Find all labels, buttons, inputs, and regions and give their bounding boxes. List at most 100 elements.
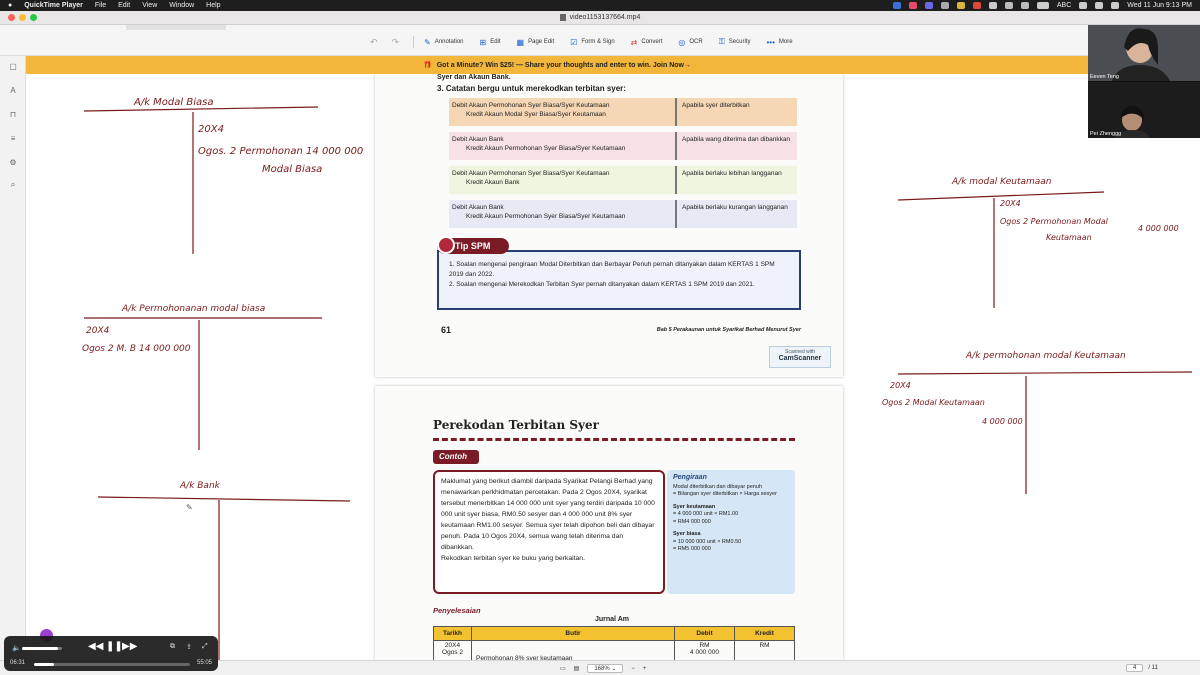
col-header: Kredit [734, 626, 795, 641]
participant-video[interactable]: Eeven Teng [1088, 25, 1200, 81]
tip-badge-icon [437, 236, 455, 254]
ellipsis-icon: ••• [766, 37, 775, 47]
apple-icon[interactable]: ● [8, 2, 12, 9]
page-number-input[interactable]: 4 [1126, 664, 1144, 672]
close-window-button[interactable] [8, 14, 15, 21]
rewind-button[interactable]: ◀◀ [88, 641, 103, 652]
volume-slider[interactable] [22, 647, 62, 650]
fit-icon[interactable]: ▭ [560, 665, 566, 672]
pdf-page-61[interactable]: Syer dan Akaun Bank. 3. Catatan bergu un… [375, 74, 843, 377]
input-source[interactable]: ABC [1057, 2, 1071, 9]
tool-edit[interactable]: ⊞ Edit [480, 38, 501, 47]
bookmark-icon[interactable]: ⊓ [9, 110, 17, 119]
t-account-line [897, 371, 1193, 375]
jurnal-title: Jurnal Am [595, 616, 629, 623]
promo-text: Got a Minute? Win $25! — Share your thou… [436, 61, 691, 69]
zoom-in-button[interactable]: + [643, 666, 647, 672]
participant-avatar [1088, 25, 1200, 81]
page-heading: 3. Catatan bergu untuk merekodkan terbit… [437, 84, 626, 93]
participant-video[interactable]: Pei Zhenggg [1088, 82, 1200, 138]
entry-left: Debit Akaun Bank Kredit Akaun Permohonan … [449, 200, 677, 228]
search-icon[interactable]: ⌕ [9, 180, 17, 190]
tool-ocr[interactable]: ◎ OCR [678, 38, 702, 47]
col-header: Tarikh [433, 626, 472, 641]
menu-edit[interactable]: Edit [118, 2, 130, 9]
status-icon[interactable] [1020, 2, 1029, 9]
status-icon[interactable] [972, 2, 981, 9]
tool-annotation[interactable]: ✎ Annotation [424, 38, 463, 47]
settings-icon[interactable]: ⚙ [9, 158, 17, 167]
menu-view[interactable]: View [142, 2, 157, 9]
pdf-page-62[interactable]: Perekodan Terbitan Syer Contoh Maklumat … [375, 386, 843, 660]
menu-help[interactable]: Help [206, 2, 220, 9]
zoom-controls: ▭ ▤ 168% ⌄ − + [560, 664, 646, 673]
status-icon[interactable] [924, 2, 933, 9]
undo-icon[interactable]: ↶ [370, 37, 378, 48]
share-icon[interactable]: ⇪ [186, 643, 192, 651]
zoom-window-button[interactable] [30, 14, 37, 21]
redo-icon[interactable]: ↷ [392, 37, 400, 48]
example-text: Maklumat yang berikut diambil daripada S… [441, 478, 655, 551]
status-icon[interactable] [1004, 2, 1013, 9]
gift-icon: 🎁 [423, 62, 432, 69]
entry-right: Apabila syer diterbitkan [682, 102, 750, 109]
menu-app-name[interactable]: QuickTime Player [24, 2, 83, 9]
text-icon[interactable]: A [9, 86, 17, 95]
formula-line: = 4 000 000 unit × RM1.00 [673, 511, 739, 517]
formula-line: = Bilangan syer diterbitkan × Harga sesy… [673, 491, 777, 497]
cell-line: Ogos 2 [442, 649, 463, 656]
picture-in-picture-icon[interactable]: ⧉ [170, 643, 175, 651]
fast-forward-button[interactable]: ▶▶ [122, 641, 137, 652]
search-icon[interactable] [1095, 2, 1104, 9]
tool-more[interactable]: ••• More [766, 38, 792, 47]
example-box: Maklumat yang berikut diambil daripada S… [433, 470, 665, 594]
scrub-bar[interactable] [34, 663, 190, 666]
ak2-line1: Ogos 2 M. B 14 000 000 [82, 344, 191, 354]
section-divider [433, 438, 795, 441]
status-icon[interactable] [956, 2, 965, 9]
wechat-icon[interactable] [988, 2, 997, 9]
minimize-window-button[interactable] [19, 14, 26, 21]
status-icon[interactable] [940, 2, 949, 9]
control-center-icon[interactable] [1111, 2, 1120, 9]
volume-icon[interactable]: 🔈 [12, 644, 21, 652]
elapsed-time: 06:31 [10, 660, 26, 666]
tool-form-sign[interactable]: ☑ Form & Sign [570, 38, 615, 47]
fullscreen-icon[interactable]: ⤢ [202, 643, 208, 651]
ak5-amount: 4 000 000 [982, 417, 1023, 426]
status-icon[interactable] [908, 2, 917, 9]
participant-name: Pei Zhenggg [1090, 131, 1122, 137]
quicktime-controls: 🔈 ◀◀ ❚❚ ▶▶ ⧉ ⇪ ⤢ 06:31 55:05 [4, 636, 218, 671]
pause-button[interactable]: ❚❚ [106, 641, 123, 652]
battery-icon[interactable] [1036, 2, 1049, 9]
ak4-year: 20X4 [1000, 199, 1021, 208]
window-title: video1153137664.mp4 [569, 14, 641, 21]
participant-name: Eeven Teng [1090, 74, 1119, 80]
tool-label: Convert [641, 39, 663, 45]
ak3-title: A/k Bank [179, 481, 221, 491]
document-canvas[interactable]: A/k Modal Biasa 20X4 Ogos. 2 Permohonan … [26, 74, 1200, 660]
participant-avatar [1088, 82, 1200, 138]
tool-label: Page Edit [528, 39, 555, 45]
menu-window[interactable]: Window [169, 2, 194, 9]
zoom-select[interactable]: 168% ⌄ [587, 664, 624, 673]
page-layout-icon[interactable]: ▤ [574, 665, 580, 672]
menu-file[interactable]: File [95, 2, 106, 9]
entry-row: Debit Akaun Permohonan Syer Biasa/Syer K… [449, 98, 797, 126]
status-icon[interactable] [892, 2, 901, 9]
tool-page-edit[interactable]: ▦ Page Edit [517, 38, 555, 47]
t-account-line [97, 496, 351, 502]
formula-line: = RM5 000 000 [673, 546, 711, 552]
entry-row: Debit Akaun Bank Kredit Akaun Permohonan … [449, 200, 797, 228]
tool-convert[interactable]: ⇄ Convert [631, 38, 663, 47]
entry-row: Debit Akaun Permohonan Syer Biasa/Syer K… [449, 166, 797, 194]
page-footer: Bab 5 Perakaunan untuk Syarikat Berhad M… [656, 327, 801, 333]
wifi-icon[interactable] [1079, 2, 1088, 9]
zoom-out-button[interactable]: − [631, 666, 635, 672]
pages-icon[interactable]: ▢ [9, 62, 17, 71]
page-navigator: 4 / 11 [1126, 664, 1158, 672]
tool-security[interactable]: ⚿ Security [719, 37, 751, 47]
list-icon[interactable]: ≡ [9, 134, 17, 143]
promo-banner[interactable]: 🎁 Got a Minute? Win $25! — Share your th… [26, 56, 1088, 74]
clock[interactable]: Wed 11 Jun 9:13 PM [1127, 2, 1192, 9]
